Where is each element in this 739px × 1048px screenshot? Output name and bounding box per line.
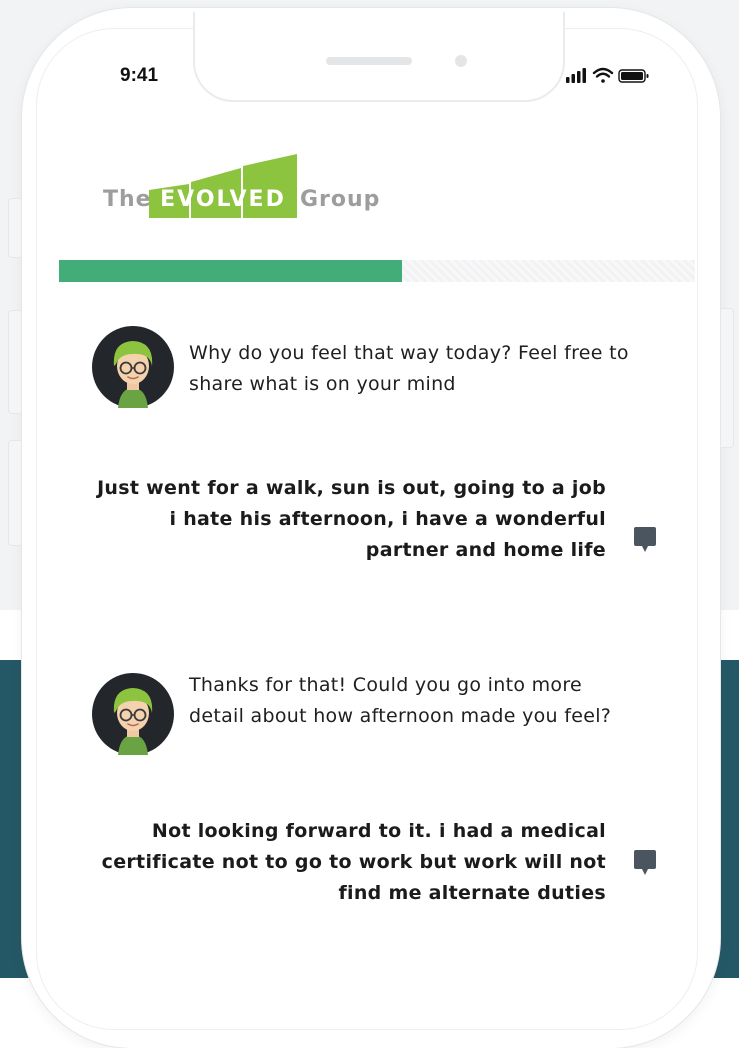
user-message: Just went for a walk, sun is out, going … xyxy=(97,477,606,561)
bot-message: Thanks for that! Could you go into more … xyxy=(189,674,612,727)
comment-icon[interactable] xyxy=(634,850,656,876)
progress-bar xyxy=(59,260,695,282)
logo-text-the: The xyxy=(103,187,152,212)
bot-avatar xyxy=(92,673,174,755)
battery-icon xyxy=(618,69,649,83)
logo-evolved-badge: EVOLVED xyxy=(149,154,297,218)
progress-bar-fill xyxy=(59,260,403,282)
phone-side-button-volume-down xyxy=(8,440,22,546)
bot-message: Why do you feel that way today? Feel fre… xyxy=(189,342,629,395)
phone-side-button-power xyxy=(720,308,734,448)
wifi-icon xyxy=(592,67,614,83)
phone-side-button-volume-up xyxy=(8,310,22,414)
status-time: 9:41 xyxy=(120,65,159,86)
status-icons xyxy=(566,67,649,83)
cellular-signal-icon xyxy=(566,68,586,83)
comment-icon[interactable] xyxy=(634,527,656,553)
front-camera xyxy=(455,55,467,67)
phone-side-button-mute xyxy=(8,198,22,258)
brand-logo: The EVOLVED Group xyxy=(103,154,403,220)
user-message: Not looking forward to it. i had a medic… xyxy=(101,820,606,904)
logo-text-evolved: EVOLVED xyxy=(160,187,286,212)
logo-text-group: Group xyxy=(300,187,381,212)
bot-avatar xyxy=(92,326,174,408)
speaker-grille xyxy=(326,57,412,65)
